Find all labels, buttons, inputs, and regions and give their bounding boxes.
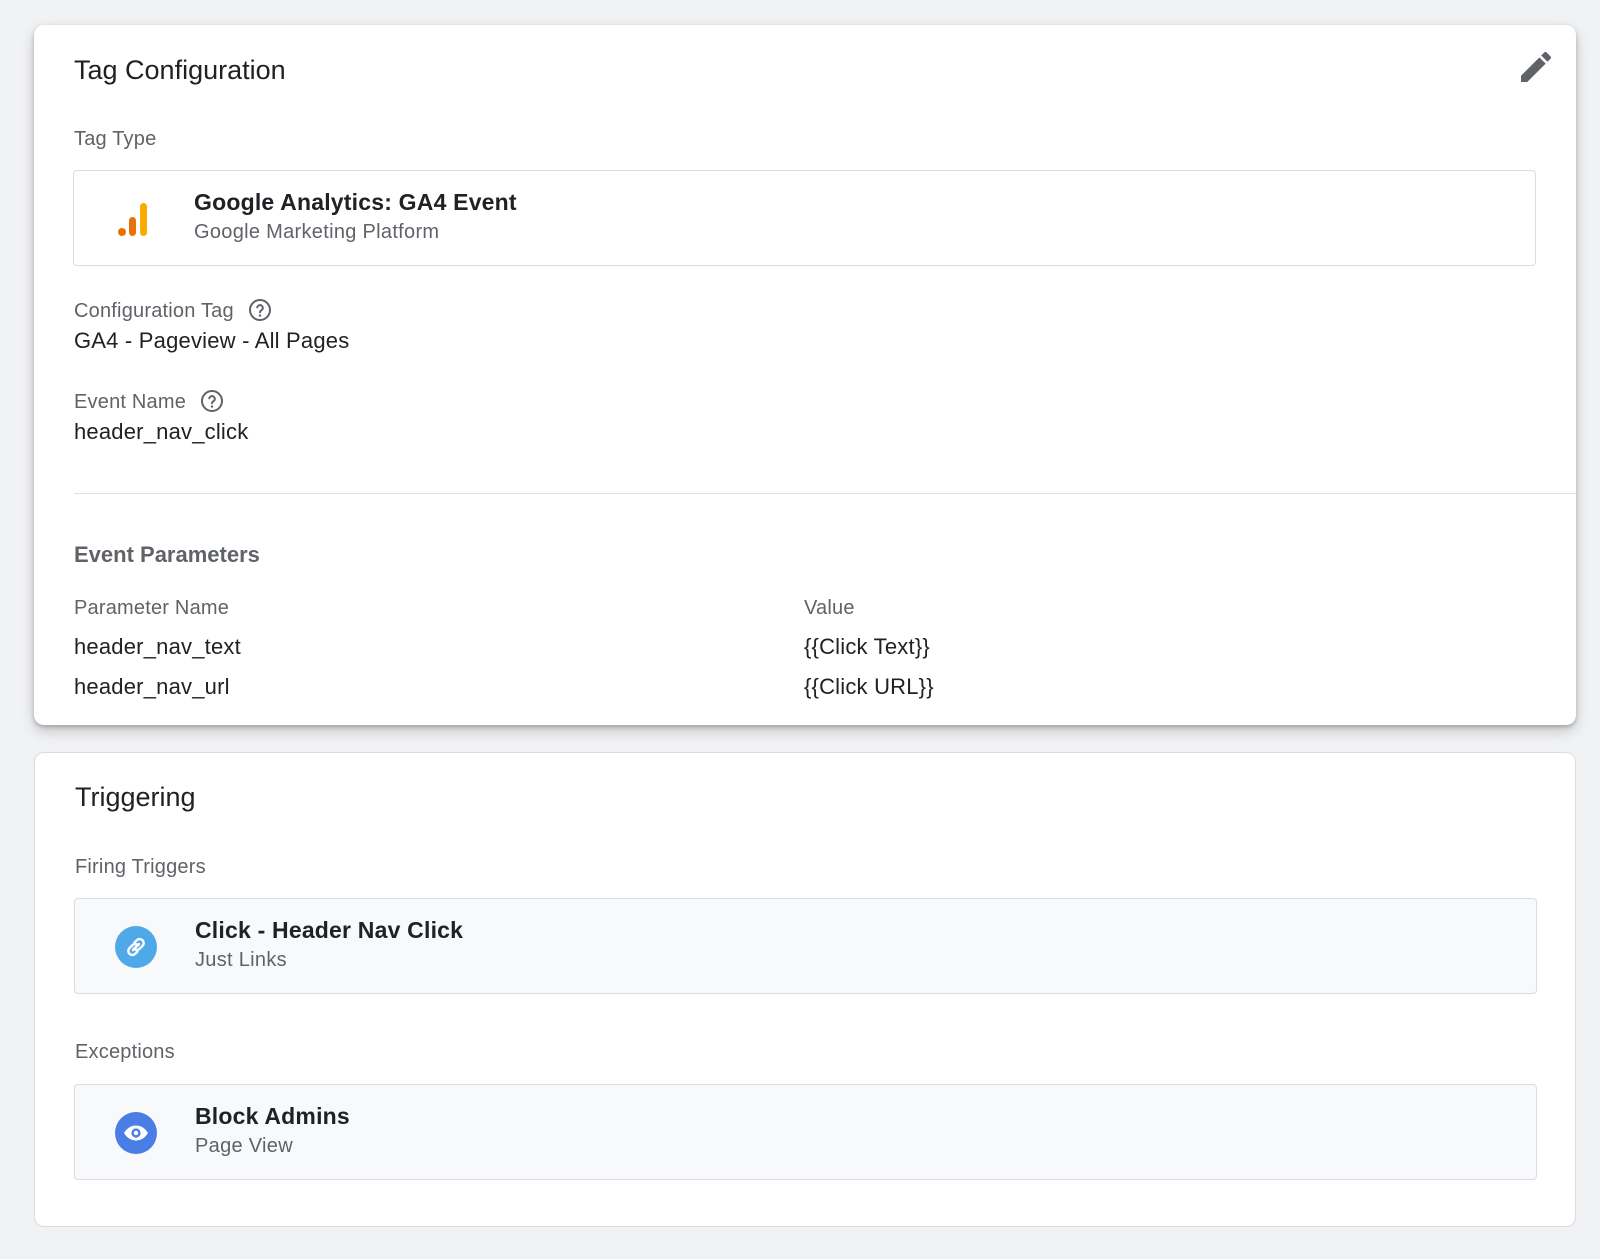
- event-name-label-text: Event Name: [74, 391, 187, 413]
- card-title: Tag Configuration: [74, 55, 286, 85]
- exception-trigger-name: Block Admins: [195, 1103, 350, 1129]
- link-icon: [115, 926, 157, 968]
- card-title: Triggering: [75, 782, 196, 812]
- exceptions-label: Exceptions: [75, 1041, 175, 1063]
- parameter-row-value: {{Click Text}}: [804, 634, 930, 659]
- parameter-value-header: Value: [804, 597, 855, 619]
- section-divider: [74, 493, 1576, 494]
- tag-type-provider: Google Marketing Platform: [194, 221, 440, 243]
- help-icon[interactable]: [248, 298, 272, 322]
- firing-trigger-type: Just Links: [195, 949, 287, 971]
- event-name-label: Event Name: [74, 389, 224, 414]
- parameter-row-value: {{Click URL}}: [804, 674, 934, 699]
- tag-type-label: Tag Type: [74, 128, 157, 150]
- triggering-card[interactable]: Triggering Firing Triggers Click - Heade…: [34, 752, 1576, 1227]
- help-icon[interactable]: [200, 389, 224, 413]
- exception-trigger-type: Page View: [195, 1135, 293, 1157]
- eye-icon: [115, 1112, 157, 1154]
- firing-triggers-label: Firing Triggers: [75, 856, 206, 878]
- configuration-tag-label-text: Configuration Tag: [74, 300, 234, 322]
- firing-trigger-name: Click - Header Nav Click: [195, 917, 464, 943]
- tag-type-box[interactable]: Google Analytics: GA4 Event Google Marke…: [73, 170, 1536, 266]
- event-parameters-heading: Event Parameters: [74, 542, 260, 567]
- parameter-row-name: header_nav_text: [74, 634, 241, 659]
- parameter-row-name: header_nav_url: [74, 674, 230, 699]
- tag-type-name: Google Analytics: GA4 Event: [194, 189, 517, 215]
- parameter-name-header: Parameter Name: [74, 597, 230, 619]
- firing-trigger-item[interactable]: Click - Header Nav Click Just Links: [74, 898, 1537, 994]
- configuration-tag-value: GA4 - Pageview - All Pages: [74, 328, 350, 353]
- analytics-bars-icon: [118, 203, 147, 236]
- exception-trigger-item[interactable]: Block Admins Page View: [74, 1084, 1537, 1180]
- edit-pencil-icon[interactable]: [1516, 47, 1556, 87]
- tag-configuration-card[interactable]: Tag Configuration Tag Type Google Analyt…: [34, 25, 1576, 725]
- configuration-tag-label: Configuration Tag: [74, 298, 272, 323]
- event-name-value: header_nav_click: [74, 419, 249, 444]
